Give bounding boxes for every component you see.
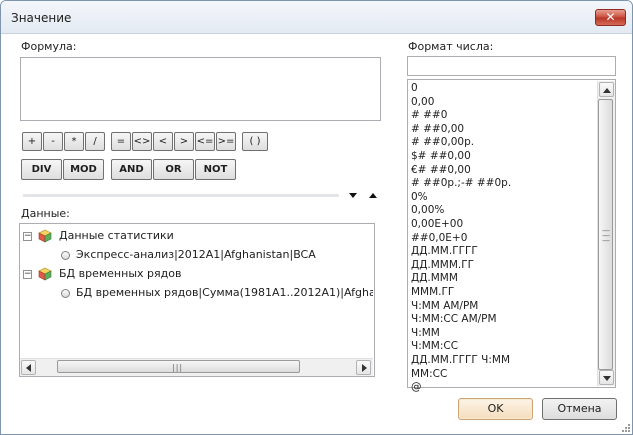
operator-divide-button[interactable]: / bbox=[85, 132, 105, 151]
number-format-item[interactable]: # ##0,00 bbox=[411, 122, 464, 136]
arrow-up-icon bbox=[603, 88, 611, 93]
number-format-label: Формат числа: bbox=[408, 40, 494, 53]
number-format-item[interactable]: $# ##0,00 bbox=[411, 149, 471, 163]
operator-and-button[interactable]: AND bbox=[111, 159, 152, 180]
scroll-down-button[interactable] bbox=[599, 370, 614, 385]
number-format-item[interactable]: Ч:ММ:СС AM/PM bbox=[411, 312, 497, 326]
number-format-item[interactable]: ММ:СС bbox=[411, 367, 447, 381]
arrow-right-icon bbox=[362, 364, 367, 372]
number-format-item[interactable]: @ bbox=[411, 380, 422, 394]
operator-or-button[interactable]: OR bbox=[153, 159, 194, 180]
scroll-thumb[interactable]: ||| bbox=[57, 360, 300, 373]
operator-less-button[interactable]: < bbox=[153, 132, 173, 151]
number-format-item[interactable]: ДД.МММ.ГГ bbox=[411, 258, 474, 272]
data-horizontal-scrollbar[interactable]: ||| bbox=[20, 358, 373, 376]
operator-equal-button[interactable]: = bbox=[111, 132, 131, 151]
tree-node-label: Данные статистики bbox=[59, 229, 174, 242]
operator-minus-button[interactable]: - bbox=[43, 132, 63, 151]
close-icon: ✕ bbox=[605, 10, 616, 24]
tree-leaf-express-analysis[interactable]: Экспресс-анализ|2012A1|Afghanistan|BCA bbox=[23, 246, 373, 264]
tree-leaf-label: БД временных рядов|Сумма(1981A1..2012A1)… bbox=[76, 286, 373, 299]
scroll-left-button[interactable] bbox=[21, 360, 36, 375]
formula-label: Формула: bbox=[21, 40, 77, 53]
close-button[interactable]: ✕ bbox=[595, 9, 626, 26]
operator-less-equal-button[interactable]: <= bbox=[195, 132, 215, 151]
cancel-button[interactable]: Отмена bbox=[542, 398, 617, 420]
number-format-item[interactable]: 0,00E+00 bbox=[411, 217, 463, 231]
number-format-item[interactable]: # ##0 bbox=[411, 108, 447, 122]
formula-input[interactable] bbox=[20, 57, 381, 121]
grip-icon: — — — bbox=[602, 226, 610, 245]
number-format-item[interactable]: 0,00 bbox=[411, 95, 434, 109]
number-format-item[interactable]: ##0,0E+0 bbox=[411, 231, 467, 245]
tree-leaf-timeseries-sum[interactable]: БД временных рядов|Сумма(1981A1..2012A1)… bbox=[23, 284, 373, 302]
panel-splitter[interactable] bbox=[23, 194, 339, 197]
ok-button[interactable]: OK bbox=[458, 398, 533, 420]
cube-icon bbox=[38, 267, 52, 281]
operator-mod-button[interactable]: MOD bbox=[63, 159, 104, 180]
number-format-search-input[interactable] bbox=[407, 56, 616, 76]
tree-node-label: БД временных рядов bbox=[59, 267, 182, 280]
number-format-item[interactable]: 0% bbox=[411, 190, 428, 204]
operator-plus-button[interactable]: + bbox=[22, 132, 42, 151]
number-format-item[interactable]: 0,00% bbox=[411, 203, 444, 217]
window-title: Значение bbox=[11, 11, 72, 25]
format-scroll-thumb[interactable]: — — — bbox=[598, 99, 613, 370]
arrow-left-icon bbox=[26, 364, 31, 372]
dialog-window: Значение ✕ Формула: + - * / = <> < > <= … bbox=[0, 0, 633, 435]
data-label: Данные: bbox=[21, 207, 70, 220]
operator-greater-button[interactable]: > bbox=[174, 132, 194, 151]
operator-greater-equal-button[interactable]: >= bbox=[216, 132, 236, 151]
arrow-down-icon bbox=[603, 376, 611, 381]
number-format-item[interactable]: Ч:ММ:СС bbox=[411, 339, 458, 353]
number-format-item[interactable]: ДД.ММ.ГГГГ Ч:ММ bbox=[411, 353, 510, 367]
expand-up-icon[interactable] bbox=[369, 193, 377, 198]
collapse-icon[interactable]: − bbox=[23, 270, 32, 279]
number-format-item[interactable]: # ##0,00р. bbox=[411, 135, 474, 149]
tree-node-statistics[interactable]: − Данные статистики bbox=[23, 227, 373, 245]
collapse-down-icon[interactable] bbox=[349, 193, 357, 198]
operator-parentheses-button[interactable]: ( ) bbox=[242, 132, 268, 151]
leaf-bullet-icon bbox=[61, 251, 70, 260]
number-format-item[interactable]: ДД.МММ bbox=[411, 271, 458, 285]
operator-multiply-button[interactable]: * bbox=[64, 132, 84, 151]
collapse-icon[interactable]: − bbox=[23, 232, 32, 241]
tree-leaf-label: Экспресс-анализ|2012A1|Afghanistan|BCA bbox=[76, 248, 316, 261]
cube-icon bbox=[38, 229, 52, 243]
scroll-up-button[interactable] bbox=[599, 82, 614, 97]
number-format-item[interactable]: 0 bbox=[411, 81, 418, 95]
number-format-item[interactable]: Ч:ММ bbox=[411, 326, 440, 340]
grip-icon: ||| bbox=[172, 363, 184, 372]
number-format-item[interactable]: €# ##0,00 bbox=[411, 163, 471, 177]
number-format-item[interactable]: МММ.ГГ bbox=[411, 285, 454, 299]
number-format-item[interactable]: # ##0р.;-# ##0р. bbox=[411, 176, 511, 190]
scroll-right-button[interactable] bbox=[356, 360, 371, 375]
title-bar[interactable]: Значение ✕ bbox=[1, 1, 632, 34]
number-format-item[interactable]: ДД.ММ.ГГГГ bbox=[411, 244, 478, 258]
operator-not-equal-button[interactable]: <> bbox=[132, 132, 152, 151]
leaf-bullet-icon bbox=[61, 289, 70, 298]
tree-node-timeseries[interactable]: − БД временных рядов bbox=[23, 265, 373, 283]
number-format-item[interactable]: Ч:ММ AM/PM bbox=[411, 299, 478, 313]
operator-div-button[interactable]: DIV bbox=[21, 159, 62, 180]
operator-not-button[interactable]: NOT bbox=[195, 159, 236, 180]
resize-grip-icon[interactable] bbox=[620, 422, 630, 432]
